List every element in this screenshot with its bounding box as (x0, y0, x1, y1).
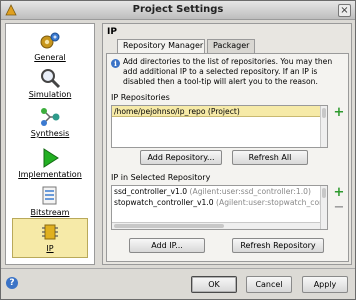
refresh-repository-button[interactable]: Refresh Repository (232, 238, 324, 253)
nav-item-implementation[interactable]: Implementation (12, 147, 88, 179)
ip-list[interactable]: ssd_controller_v1.0 (Agilent:user:ssd_co… (111, 185, 328, 230)
repository-manager-tab-content: i Add directories to the list of reposit… (106, 53, 349, 262)
add-ip-plus-button[interactable]: + (333, 186, 345, 199)
cancel-button[interactable]: Cancel (246, 276, 292, 293)
nav-item-label: Simulation (28, 90, 72, 99)
horizontal-scrollbar[interactable] (112, 222, 320, 229)
window-title: Project Settings (132, 4, 224, 15)
nav-item-simulation[interactable]: Simulation (12, 67, 88, 99)
settings-panel: IP Repository Manager Packager i Add dir… (102, 23, 352, 265)
tab-repository-manager[interactable]: Repository Manager (117, 39, 205, 54)
apply-button[interactable]: Apply (302, 276, 348, 293)
info-text: Add directories to the list of repositor… (123, 57, 333, 86)
title-bar[interactable]: Project Settings × (1, 1, 355, 20)
nav-item-general[interactable]: General (12, 30, 88, 62)
help-icon[interactable]: ? (6, 277, 18, 289)
nav-item-label: General (34, 53, 66, 62)
remove-ip-minus-button[interactable]: − (333, 201, 345, 214)
footer-divider (1, 268, 355, 269)
ip-icon (42, 224, 58, 240)
add-repository-button[interactable]: Add Repository... (140, 150, 222, 165)
ip-name: stopwatch_controller_v1.0 (114, 198, 214, 207)
close-button[interactable]: × (338, 4, 351, 17)
list-item[interactable]: /home/pejohnso/ip_repo (Project) (112, 106, 327, 117)
vertical-scrollbar[interactable] (320, 106, 327, 147)
nav-item-label: IP (46, 244, 54, 253)
simulation-icon (41, 69, 61, 89)
ip-repositories-list[interactable]: /home/pejohnso/ip_repo (Project) (111, 105, 328, 148)
implementation-icon (43, 148, 59, 168)
bitstream-icon (42, 186, 57, 205)
add-ip-button[interactable]: Add IP... (129, 238, 205, 253)
add-repository-plus-button[interactable]: + (333, 106, 345, 119)
ip-name: ssd_controller_v1.0 (114, 187, 188, 196)
nav-item-ip[interactable]: IP (12, 218, 88, 258)
ip-repositories-label: IP Repositories (111, 93, 170, 102)
nav-item-label: Bitstream (30, 208, 70, 217)
synthesis-icon (41, 108, 60, 126)
general-icon (40, 32, 60, 49)
info-icon: i (111, 59, 120, 68)
list-item[interactable]: stopwatch_controller_v1.0 (Agilent:user:… (112, 197, 327, 208)
refresh-all-button[interactable]: Refresh All (232, 150, 308, 165)
list-item[interactable]: ssd_controller_v1.0 (Agilent:user:ssd_co… (112, 186, 327, 197)
ip-in-repository-label: IP in Selected Repository (111, 173, 211, 182)
ok-button[interactable]: OK (191, 276, 237, 293)
project-settings-dialog: Project Settings × General Simulation Sy… (0, 0, 356, 300)
settings-nav: General Simulation Synthesis Implementat… (5, 23, 95, 265)
nav-item-label: Synthesis (30, 129, 70, 138)
nav-item-label: Implementation (18, 170, 82, 179)
ip-vlnv: (Agilent:user:stopwatch_cont (216, 198, 327, 207)
tab-packager[interactable]: Packager (207, 39, 255, 53)
panel-title: IP (107, 27, 117, 37)
nav-item-synthesis[interactable]: Synthesis (12, 106, 88, 138)
vertical-scrollbar[interactable] (320, 186, 327, 229)
ip-vlnv: (Agilent:user:ssd_controller:1.0) (189, 187, 311, 196)
nav-item-bitstream[interactable]: Bitstream (12, 185, 88, 217)
